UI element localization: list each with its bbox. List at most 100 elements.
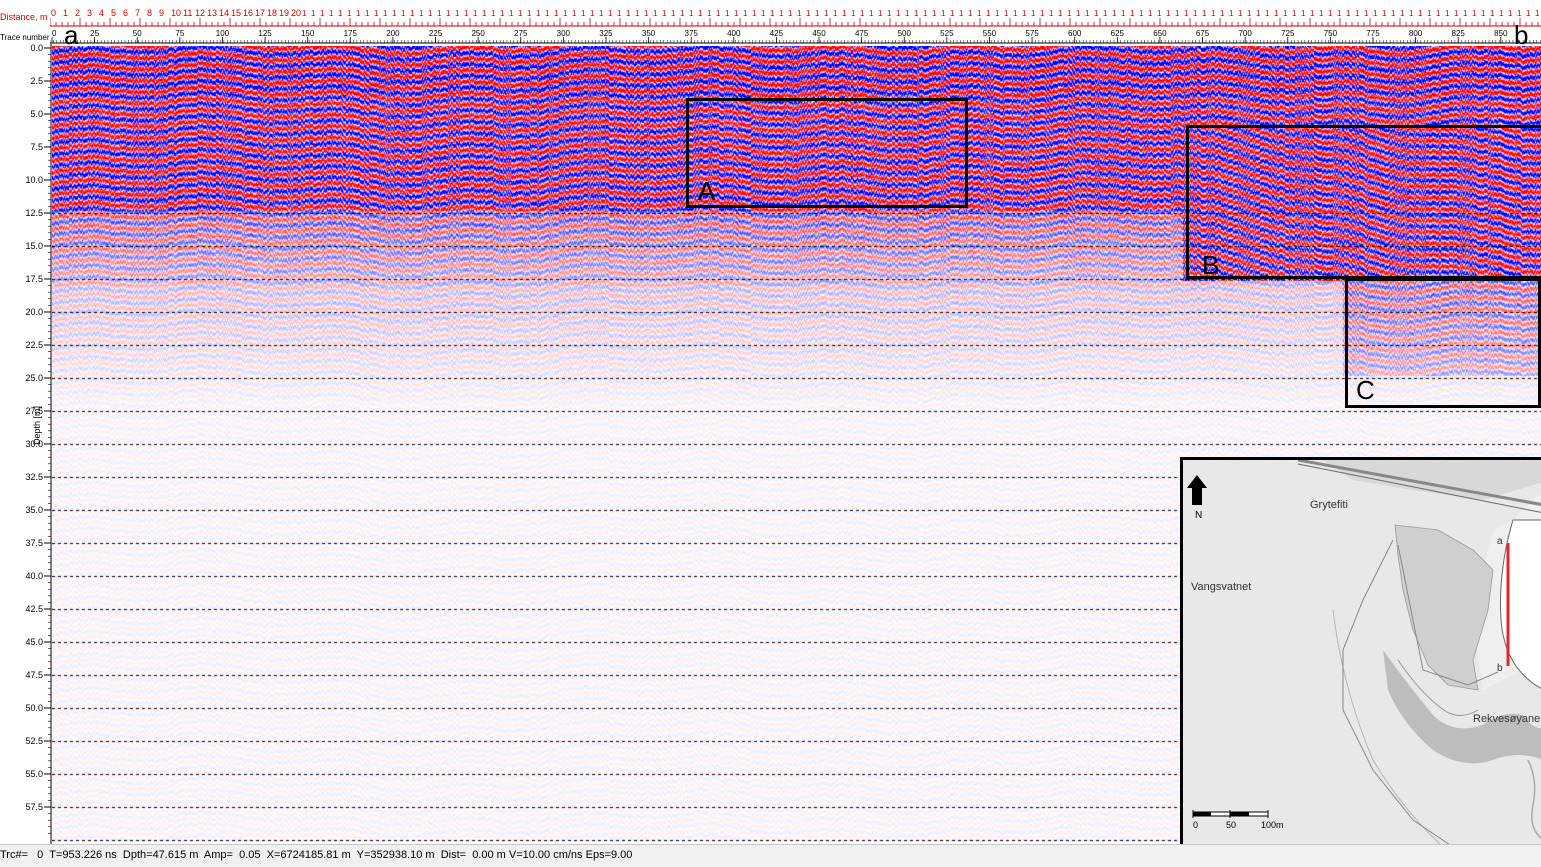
- depth-tick-label: 0.0: [30, 44, 43, 53]
- distance-tick-label: 1: [365, 9, 370, 18]
- distance-tick-label: 1: [356, 9, 361, 18]
- depth-tick-label: 45.0: [25, 637, 43, 647]
- distance-tick-label: 1: [680, 9, 685, 18]
- trace-tick-label: 750: [1324, 29, 1338, 38]
- distance-tick-label: 1: [950, 9, 955, 18]
- distance-tick-label: 1: [716, 9, 721, 18]
- depth-tick-label: 42.5: [25, 604, 43, 614]
- trace-tick-label: 250: [471, 29, 485, 38]
- trace-number-ruler[interactable]: 0 25 50 75 100 125 150 175 200 225 250 275 300 325 350…: [50, 28, 1541, 44]
- distance-tick-label: 1: [63, 8, 68, 18]
- depth-tick-label: 55.0: [25, 769, 43, 779]
- distance-tick-label: 1: [1121, 9, 1126, 18]
- distance-tick-label: 1: [518, 9, 523, 18]
- distance-tick-label: 16: [243, 8, 253, 18]
- distance-tick-label: 1: [878, 9, 883, 18]
- depth-tick-label: 37.5: [25, 538, 43, 548]
- distance-tick-label: 8: [147, 8, 152, 18]
- distance-tick-label: 1: [302, 9, 307, 18]
- distance-tick-label: 14: [219, 8, 229, 18]
- distance-tick-label: 1: [491, 9, 496, 18]
- distance-tick-label: 5: [111, 8, 116, 18]
- distance-tick-label: 1: [410, 9, 415, 18]
- distance-tick-label: 1: [1112, 9, 1117, 18]
- distance-tick-label: 1: [473, 9, 478, 18]
- distance-tick-label: 1: [1319, 9, 1324, 18]
- distance-axis-label: Distance, m: [0, 12, 48, 22]
- distance-tick-label: 1: [464, 9, 469, 18]
- trace-tick-label: 425: [770, 29, 784, 38]
- distance-tick-label: 1: [500, 9, 505, 18]
- depth-tick-label: 5.0: [30, 109, 43, 119]
- distance-tick-label: 1: [482, 9, 487, 18]
- distance-tick-label: 1: [653, 9, 658, 18]
- trace-axis-label: Trace number: [0, 33, 50, 42]
- distance-tick-label: 1: [1229, 9, 1234, 18]
- annotation-label-a: A: [698, 176, 716, 206]
- distance-tick-label: 1: [1400, 9, 1405, 18]
- distance-tick-label: 1: [1265, 9, 1270, 18]
- distance-tick-label: 1: [833, 9, 838, 18]
- distance-tick-label: 6: [123, 8, 128, 18]
- depth-tick-label: 15.0: [25, 241, 43, 251]
- distance-tick-label: 1: [446, 9, 451, 18]
- trace-tick-label: 0: [52, 29, 57, 38]
- distance-tick-label: 20: [291, 8, 301, 18]
- depth-ruler[interactable]: 0.0 2.5 5.0 7.5 10.0 12.5 15.0 17.5 20.0 22.5 25.0…: [0, 44, 52, 844]
- distance-ruler[interactable]: 0 1 2 3 4 5 6 7 8 9 10 11 12 13 14 15 16 17 18 19 20 1 1 1 1 1 1 1 1…: [50, 4, 1541, 28]
- distance-tick-label: 1: [662, 9, 667, 18]
- distance-tick-label: 1: [1022, 9, 1027, 18]
- depth-tick-label: 12.5: [25, 208, 43, 218]
- place-label-vangsvatnet: Vangsvatnet: [1191, 581, 1252, 593]
- distance-tick-label: 1: [887, 9, 892, 18]
- distance-tick-label: 1: [689, 9, 694, 18]
- distance-tick-label: 1: [968, 9, 973, 18]
- distance-tick-label: 1: [1256, 9, 1261, 18]
- distance-tick-label: 1: [1193, 9, 1198, 18]
- distance-tick-label: 1: [995, 9, 1000, 18]
- inset-map-graphic: [1183, 460, 1541, 844]
- depth-tick-label: 47.5: [25, 670, 43, 680]
- distance-tick-label: 1: [437, 9, 442, 18]
- distance-tick-label: 1: [320, 9, 325, 18]
- map-profile-start: a: [1497, 536, 1503, 547]
- distance-tick-label: 1: [824, 9, 829, 18]
- depth-tick-label: 52.5: [25, 736, 43, 746]
- depth-tick-label: 22.5: [25, 340, 43, 350]
- trace-tick-label: 525: [940, 29, 954, 38]
- depth-tick-label: 50.0: [25, 703, 43, 713]
- distance-tick-label: 1: [599, 9, 604, 18]
- distance-tick-label: 1: [1490, 9, 1495, 18]
- trace-tick-label: 850: [1494, 29, 1508, 38]
- distance-tick-label: 1: [1382, 9, 1387, 18]
- distance-tick-label: 10: [171, 8, 181, 18]
- status-readout: Trc#= 0 T=953.226 ns Dpth=47.615 m Amp= …: [0, 849, 633, 861]
- place-label-grytefiti: Grytefiti: [1310, 499, 1348, 511]
- distance-tick-label: 1: [1508, 9, 1513, 18]
- trace-tick-label: 825: [1452, 29, 1466, 38]
- distance-tick-label: 1: [1409, 9, 1414, 18]
- distance-tick-label: 1: [419, 9, 424, 18]
- distance-tick-label: 1: [509, 9, 514, 18]
- distance-tick-label: 1: [1328, 9, 1333, 18]
- trace-tick-label: 625: [1111, 29, 1125, 38]
- annotation-box-a: [686, 98, 968, 208]
- trace-tick-label: 350: [642, 29, 656, 38]
- distance-tick-label: 1: [1049, 9, 1054, 18]
- distance-tick-label: 1: [581, 9, 586, 18]
- distance-tick-label: 1: [671, 9, 676, 18]
- distance-tick-label: 1: [770, 9, 775, 18]
- distance-tick-label: 1: [752, 9, 757, 18]
- depth-tick-label: 10.0: [25, 175, 43, 185]
- trace-tick-label: 75: [175, 29, 184, 38]
- distance-tick-label: 1: [374, 9, 379, 18]
- distance-tick-label: 1: [617, 9, 622, 18]
- distance-tick-label: 1: [1283, 9, 1288, 18]
- trace-tick-label: 550: [983, 29, 997, 38]
- distance-tick-label: 1: [1238, 9, 1243, 18]
- distance-tick-label: 18: [267, 8, 277, 18]
- trace-tick-label: 800: [1409, 29, 1423, 38]
- distance-tick-label: 1: [1202, 9, 1207, 18]
- distance-tick-label: 1: [761, 9, 766, 18]
- distance-tick-label: 1: [554, 9, 559, 18]
